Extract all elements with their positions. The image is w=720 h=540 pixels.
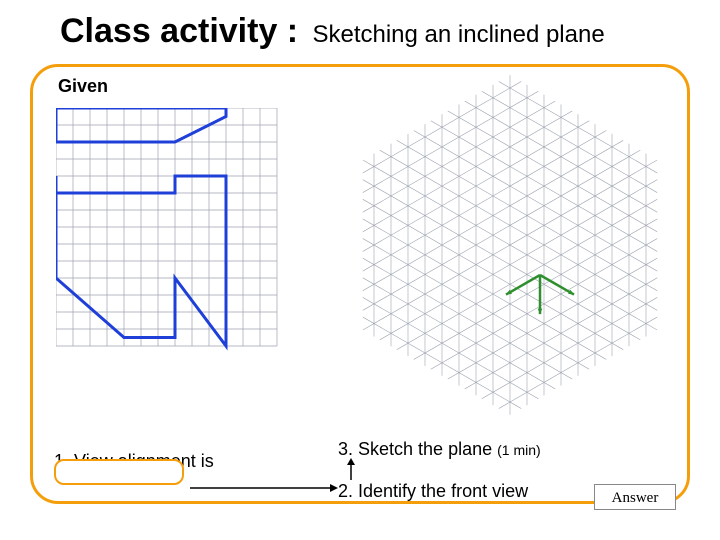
given-label: Given [58,76,108,97]
question-3: 3. Sketch the plane (1 min) [338,439,541,460]
isometric-grid [330,70,690,430]
question-2: 2. Identify the front view [338,481,528,502]
answer-button[interactable]: Answer [594,484,676,510]
answer-capsule-blank [54,459,184,485]
orthographic-grid [56,108,296,358]
title-sub: Sketching an inclined plane [312,21,604,48]
question-3-text: 3. Sketch the plane [338,439,492,459]
slide-title: Class activity : Sketching an inclined p… [60,12,605,51]
question-3-time: (1 min) [497,442,541,458]
up-arrow-icon [344,458,358,480]
horizontal-arrow-icon [190,480,340,496]
title-main: Class activity : [60,12,298,50]
